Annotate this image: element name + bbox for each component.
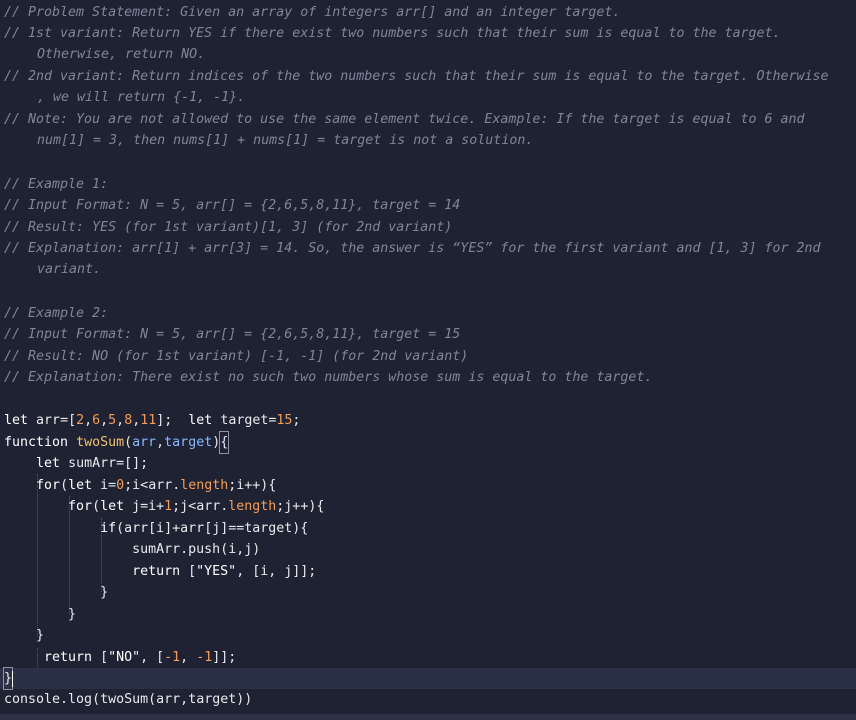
method: push bbox=[188, 542, 221, 557]
number-literal: -1 bbox=[164, 650, 181, 665]
keyword: if bbox=[100, 521, 117, 536]
keyword: let bbox=[100, 499, 125, 514]
identifier: target bbox=[244, 521, 293, 536]
number-literal: 5 bbox=[108, 413, 117, 428]
identifier: console.log bbox=[4, 692, 93, 707]
comment-line: // Explanation: arr[1] + arr[3] = 14. So… bbox=[4, 241, 821, 256]
horizontal-scrollbar[interactable] bbox=[0, 714, 856, 720]
keyword: for bbox=[68, 499, 93, 514]
identifier: target bbox=[188, 692, 237, 707]
code-line: } bbox=[4, 607, 77, 622]
property: length bbox=[228, 499, 277, 514]
keyword: let bbox=[36, 456, 61, 471]
comment-line: // Result: NO (for 1st variant) [-1, -1]… bbox=[4, 349, 469, 364]
number-literal: 15 bbox=[276, 413, 293, 428]
code-line: for(let i=0;i<arr.length;i++){ bbox=[36, 478, 277, 493]
comment-line: // Problem Statement: Given an array of … bbox=[4, 5, 621, 20]
number-literal: 1 bbox=[164, 499, 173, 514]
code-line: return ["YES", [i, j]]; bbox=[132, 564, 317, 579]
code-line: console.log(twoSum(arr,target)) bbox=[4, 692, 253, 707]
parameter: arr bbox=[132, 435, 157, 450]
comment-line-wrapped: , we will return {-1, -1}. bbox=[37, 90, 246, 105]
keyword: function bbox=[4, 435, 69, 450]
keyword: return bbox=[132, 564, 181, 579]
comment-line: // Example 1: bbox=[4, 177, 109, 192]
number-literal: 11 bbox=[140, 413, 157, 428]
keyword: for bbox=[36, 478, 61, 493]
keyword: let bbox=[188, 413, 213, 428]
identifier: arr bbox=[196, 499, 221, 514]
identifier: arr bbox=[180, 521, 205, 536]
code-line: return ["NO", [-1, -1]]; bbox=[44, 650, 237, 665]
matched-bracket: { bbox=[219, 431, 230, 454]
code-line-function-decl: function twoSum(arr,target){ bbox=[4, 431, 230, 454]
number-literal: 0 bbox=[116, 478, 125, 493]
keyword: let bbox=[4, 413, 29, 428]
identifier: arr bbox=[36, 413, 61, 428]
identifier: sumArr bbox=[132, 542, 181, 557]
identifier: sumArr bbox=[68, 456, 117, 471]
number-literal: 2 bbox=[76, 413, 85, 428]
identifier: target bbox=[220, 413, 269, 428]
current-line-highlight bbox=[0, 668, 856, 689]
matched-bracket: } bbox=[2, 667, 14, 690]
comment-line: // 1st variant: Return YES if there exis… bbox=[4, 26, 781, 41]
code-line: for(let j=i+1;j<arr.length;j++){ bbox=[68, 499, 325, 514]
identifier: twoSum bbox=[100, 692, 149, 707]
text-cursor bbox=[12, 671, 13, 687]
keyword: let bbox=[68, 478, 93, 493]
code-line: if(arr[i]+arr[j]==target){ bbox=[100, 521, 309, 536]
code-line: } bbox=[4, 628, 45, 643]
comment-line-wrapped: variant. bbox=[37, 262, 102, 277]
number-literal: 6 bbox=[92, 413, 101, 428]
parameter: target bbox=[164, 435, 213, 450]
comment-line-wrapped: Otherwise, return NO. bbox=[37, 47, 206, 62]
code-line: sumArr.push(i,j) bbox=[132, 542, 261, 557]
comment-line: // Explanation: There exist no such two … bbox=[4, 370, 653, 385]
code-line-current: } bbox=[2, 667, 14, 690]
comment-line: // Note: You are not allowed to use the … bbox=[4, 112, 805, 127]
number-literal: 8 bbox=[124, 413, 133, 428]
identifier: arr bbox=[148, 478, 173, 493]
comment-line: // Input Format: N = 5, arr[] = {2,6,5,8… bbox=[4, 327, 461, 342]
comment-line-wrapped: num[1] = 3, then nums[1] + nums[1] = tar… bbox=[37, 133, 534, 148]
code-editor[interactable]: // Problem Statement: Given an array of … bbox=[0, 0, 856, 720]
punctuation: =[ bbox=[60, 413, 77, 428]
identifier: arr bbox=[156, 692, 181, 707]
code-line: let sumArr=[]; bbox=[36, 456, 149, 471]
comment-line: // Result: YES (for 1st variant)[1, 3] (… bbox=[4, 220, 453, 235]
identifier: arr bbox=[124, 521, 149, 536]
comment-line: // Example 2: bbox=[4, 306, 109, 321]
code-line: } bbox=[4, 585, 109, 600]
function-name: twoSum bbox=[76, 435, 125, 450]
comment-line: // 2nd variant: Return indices of the tw… bbox=[4, 69, 829, 84]
number-literal: -1 bbox=[196, 650, 213, 665]
code-line-declarations: let arr=[2,6,5,8,11]; let target=15; bbox=[4, 413, 301, 428]
keyword: return bbox=[44, 650, 93, 665]
property: length bbox=[180, 478, 229, 493]
comment-line: // Input Format: N = 5, arr[] = {2,6,5,8… bbox=[4, 198, 461, 213]
string-literal: "NO" bbox=[108, 650, 141, 665]
string-literal: "YES" bbox=[196, 564, 237, 579]
